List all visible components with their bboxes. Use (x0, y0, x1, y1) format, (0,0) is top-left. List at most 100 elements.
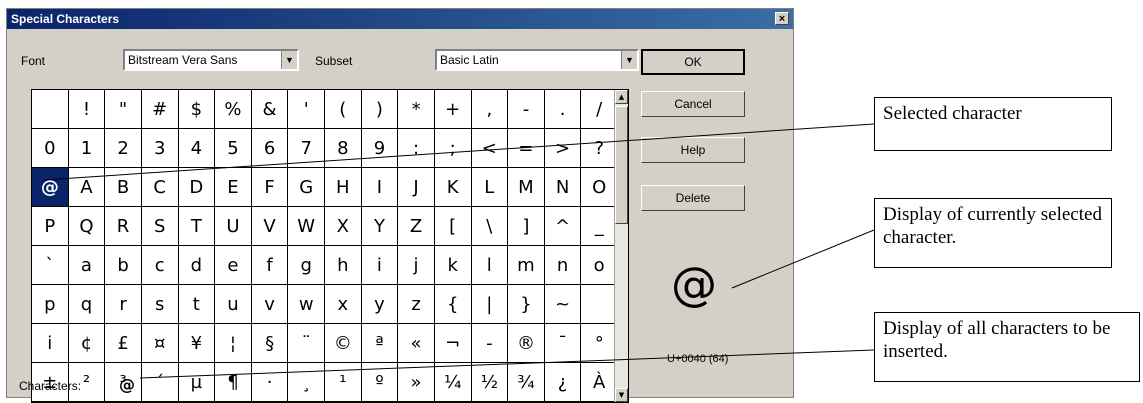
character-cell[interactable]: Q (68, 207, 106, 246)
character-cell[interactable]: u (215, 285, 252, 324)
character-cell[interactable]: { (434, 285, 472, 324)
scroll-thumb[interactable] (615, 106, 628, 224)
subset-select[interactable]: Basic Latin ▼ (435, 49, 639, 71)
character-cell[interactable]: ® (508, 324, 545, 363)
character-cell[interactable]: F (251, 168, 289, 207)
character-cell[interactable]: 3 (141, 129, 179, 168)
character-cell[interactable]: I (361, 168, 399, 207)
character-cell[interactable]: + (434, 90, 472, 129)
grid-scrollbar[interactable]: ▲ ▼ (614, 90, 628, 402)
character-cell[interactable]: 5 (215, 129, 252, 168)
character-cell[interactable]: ¨ (288, 324, 325, 363)
character-cell[interactable]: k (434, 246, 472, 285)
character-cell[interactable]: ¸ (288, 363, 325, 402)
character-cell[interactable]: - (508, 90, 545, 129)
character-cell[interactable]: ¦ (215, 324, 252, 363)
character-cell[interactable]: o (581, 246, 618, 285)
character-cell[interactable]: % (215, 90, 252, 129)
character-cell[interactable]: ¯ (544, 324, 582, 363)
character-cell[interactable]: / (581, 90, 618, 129)
character-cell[interactable]: @ (32, 168, 69, 207)
character-cell[interactable]: ¼ (434, 363, 472, 402)
character-cell[interactable] (32, 90, 69, 129)
character-cell[interactable]: H (325, 168, 362, 207)
character-cell[interactable]: O (581, 168, 618, 207)
character-cell[interactable]: r (105, 285, 142, 324)
ok-button[interactable]: OK (641, 49, 745, 75)
character-cell[interactable]: ( (325, 90, 362, 129)
character-cell[interactable]: p (32, 285, 69, 324)
character-cell[interactable]: 1 (68, 129, 106, 168)
character-cell[interactable]: 4 (178, 129, 216, 168)
character-cell[interactable]: " (105, 90, 142, 129)
character-cell[interactable]: z (398, 285, 435, 324)
character-cell[interactable]: ` (32, 246, 69, 285)
character-cell[interactable]: t (178, 285, 216, 324)
delete-button[interactable]: Delete (641, 185, 745, 211)
character-cell[interactable]: ) (361, 90, 399, 129)
character-cell[interactable]: ¥ (178, 324, 216, 363)
character-cell[interactable]: U (215, 207, 252, 246)
character-cell[interactable]: * (398, 90, 435, 129)
character-cell[interactable]: ' (288, 90, 325, 129)
character-cell[interactable]: : (398, 129, 435, 168)
character-cell[interactable]: s (141, 285, 179, 324)
character-cell[interactable]: } (508, 285, 545, 324)
character-cell[interactable]: ^ (544, 207, 582, 246)
character-cell[interactable]: l (471, 246, 509, 285)
character-cell[interactable]: T (178, 207, 216, 246)
character-cell[interactable]: b (105, 246, 142, 285)
character-cell[interactable]: C (141, 168, 179, 207)
character-cell[interactable]: D (178, 168, 216, 207)
character-cell[interactable]: ´ (141, 363, 179, 402)
character-cell[interactable]: « (398, 324, 435, 363)
character-cell[interactable]: q (68, 285, 106, 324)
character-cell[interactable]: © (325, 324, 362, 363)
character-cell[interactable]: f (251, 246, 289, 285)
character-cell[interactable]: K (434, 168, 472, 207)
character-cell[interactable]: x (325, 285, 362, 324)
character-cell[interactable]: ¹ (325, 363, 362, 402)
character-cell[interactable]: ] (508, 207, 545, 246)
character-cell[interactable]: º (361, 363, 399, 402)
character-cell[interactable]: A (68, 168, 106, 207)
character-cell[interactable]: ° (581, 324, 618, 363)
character-cell[interactable]: J (398, 168, 435, 207)
character-cell[interactable]: h (325, 246, 362, 285)
character-cell[interactable]: c (141, 246, 179, 285)
character-cell[interactable]: = (508, 129, 545, 168)
character-cell[interactable]: § (251, 324, 289, 363)
character-cell[interactable]: L (471, 168, 509, 207)
chevron-down-icon[interactable]: ▼ (281, 51, 297, 69)
chevron-down-icon[interactable]: ▼ (621, 51, 637, 69)
character-cell[interactable]: d (178, 246, 216, 285)
character-cell[interactable]: 6 (251, 129, 289, 168)
character-cell[interactable]: g (288, 246, 325, 285)
character-cell[interactable]: - (471, 324, 509, 363)
character-cell[interactable]: Y (361, 207, 399, 246)
character-cell[interactable]: [ (434, 207, 472, 246)
character-cell[interactable]: W (288, 207, 325, 246)
character-cell[interactable]: < (471, 129, 509, 168)
character-cell[interactable]: S (141, 207, 179, 246)
character-cell[interactable]: ! (68, 90, 106, 129)
cancel-button[interactable]: Cancel (641, 91, 745, 117)
character-cell[interactable]: e (215, 246, 252, 285)
character-cell[interactable]: ? (581, 129, 618, 168)
character-cell[interactable]: ; (434, 129, 472, 168)
character-cell[interactable]: # (141, 90, 179, 129)
close-button[interactable]: × (775, 12, 789, 25)
font-select[interactable]: Bitstream Vera Sans ▼ (123, 49, 299, 71)
character-cell[interactable]: B (105, 168, 142, 207)
character-cell[interactable]: R (105, 207, 142, 246)
character-cell[interactable]: 8 (325, 129, 362, 168)
character-cell[interactable]: » (398, 363, 435, 402)
character-cell[interactable]: N (544, 168, 582, 207)
character-cell[interactable]: Z (398, 207, 435, 246)
character-cell[interactable]: 9 (361, 129, 399, 168)
character-cell[interactable]: y (361, 285, 399, 324)
character-cell[interactable]: v (251, 285, 289, 324)
character-cell[interactable]: j (398, 246, 435, 285)
character-cell[interactable]: P (32, 207, 69, 246)
character-cell[interactable]: G (288, 168, 325, 207)
